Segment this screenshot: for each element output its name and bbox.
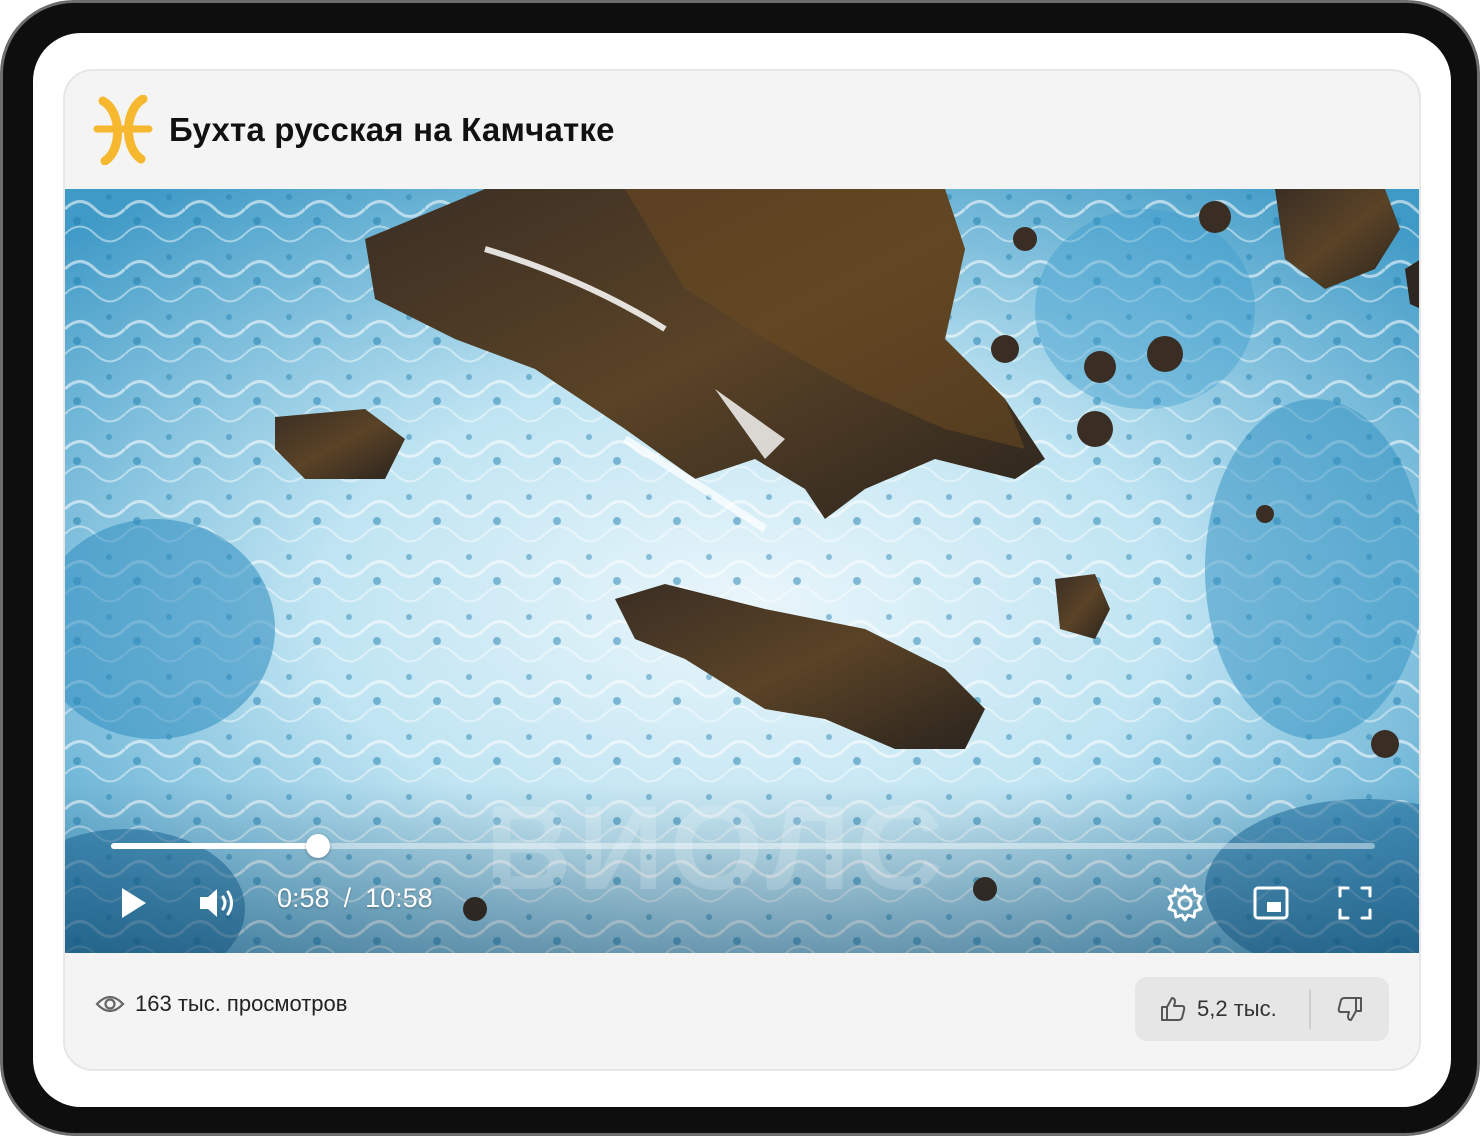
thumbs-down-icon — [1337, 997, 1362, 1021]
like-button[interactable]: 5,2 тыс. — [1135, 977, 1309, 1041]
play-icon — [122, 888, 146, 918]
miniplayer-icon — [1253, 886, 1289, 920]
tablet-frame: Бухта русская на Камчатке ВИОЛС 0:58 / 1… — [0, 0, 1480, 1136]
gear-icon — [1167, 884, 1203, 922]
dislike-button[interactable] — [1311, 977, 1389, 1041]
duration: 10:58 — [365, 883, 433, 913]
volume-icon — [200, 889, 233, 917]
view-count-text: 163 тыс. просмотров — [135, 991, 348, 1016]
player-controls: 0:58 / 10:58 — [65, 873, 1419, 933]
like-count: 5,2 тыс. — [1197, 996, 1277, 1021]
rating-group: 5,2 тыс. — [1135, 977, 1389, 1041]
current-time: 0:58 — [277, 883, 330, 913]
pisces-logo — [93, 95, 153, 165]
miniplayer-button[interactable] — [1247, 873, 1295, 933]
fullscreen-button[interactable] — [1331, 873, 1379, 933]
settings-button[interactable] — [1161, 873, 1209, 933]
time-separator: / — [343, 883, 352, 913]
thumbs-up-icon — [1161, 997, 1186, 1021]
eye-icon — [95, 995, 125, 1013]
video-player[interactable]: ВИОЛС 0:58 / 10:58 — [65, 189, 1419, 953]
progress-fill — [111, 843, 319, 849]
volume-button[interactable] — [193, 873, 241, 933]
view-count: 163 тыс. просмотров — [95, 991, 347, 1017]
video-title: Бухта русская на Камчатке — [169, 111, 615, 148]
time-display: 0:58 / 10:58 — [277, 883, 433, 914]
card-footer: 163 тыс. просмотров 5,2 тыс. — [65, 953, 1419, 1069]
screen: Бухта русская на Камчатке ВИОЛС 0:58 / 1… — [33, 33, 1451, 1107]
video-card: Бухта русская на Камчатке ВИОЛС 0:58 / 1… — [63, 69, 1421, 1071]
play-button[interactable] — [111, 873, 155, 933]
fullscreen-icon — [1338, 886, 1372, 920]
progress-bar[interactable] — [111, 834, 1375, 858]
card-header: Бухта русская на Камчатке — [65, 71, 1419, 189]
